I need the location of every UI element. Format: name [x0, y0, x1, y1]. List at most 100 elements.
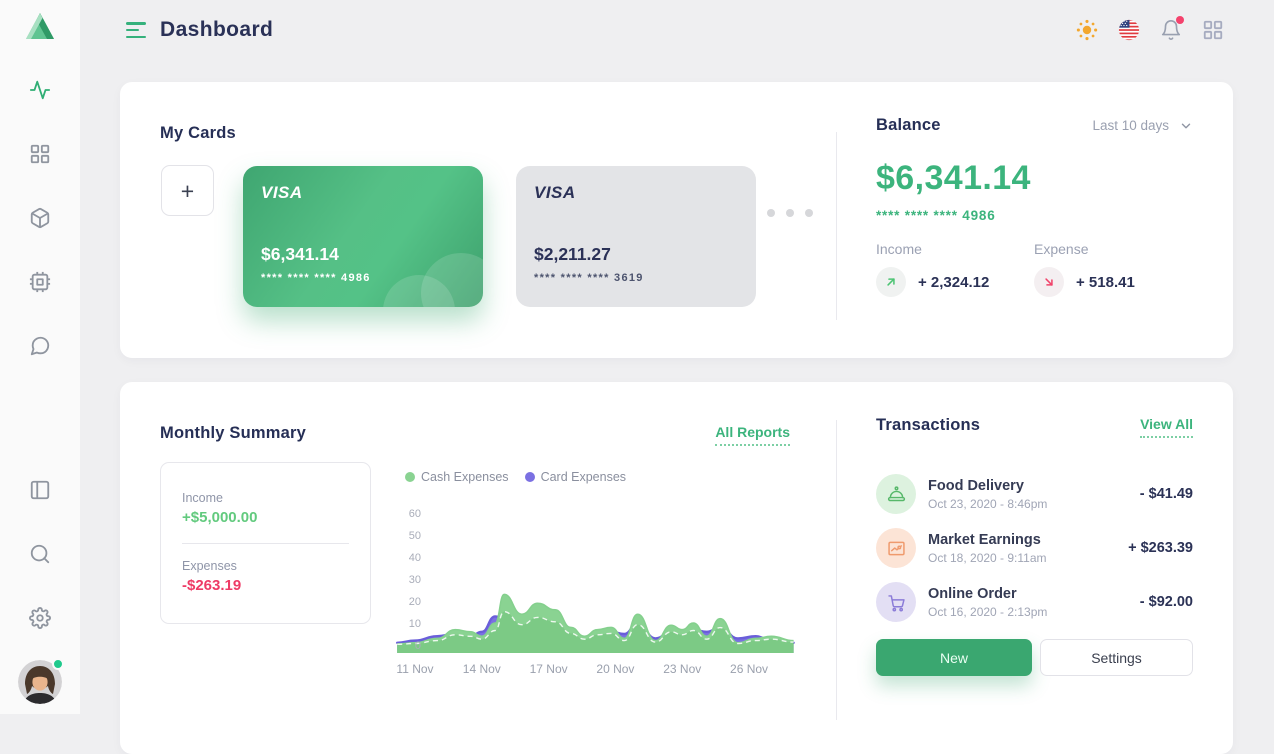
summary-income-label: Income: [182, 491, 349, 505]
transactions-section: Transactions View All Food Delivery Oct 2…: [876, 416, 1193, 676]
chart-legend: Cash Expenses Card Expenses: [405, 470, 626, 484]
transactions-list: Food Delivery Oct 23, 2020 - 8:46pm- $41.…: [876, 474, 1193, 622]
svg-text:10: 10: [409, 618, 421, 630]
sidebar-item-apps[interactable]: [29, 143, 51, 165]
svg-text:17 Nov: 17 Nov: [530, 662, 568, 676]
svg-text:40: 40: [409, 552, 421, 564]
balance-section: Balance Last 10 days $6,341.14 **** ****…: [876, 116, 1193, 297]
sidebar-item-packages[interactable]: [29, 207, 51, 229]
market-earnings-icon: [876, 528, 916, 568]
legend-card-expenses: Card Expenses: [525, 470, 626, 484]
expense-summary: Expense + 518.41: [1034, 241, 1192, 297]
divider: [836, 420, 837, 720]
arrow-down-right-icon: [1034, 267, 1064, 297]
transaction-date: Oct 16, 2020 - 2:13pm: [928, 605, 1140, 619]
carousel-dot[interactable]: [805, 209, 813, 217]
header-actions: [1076, 19, 1224, 41]
monthly-summary-panel: Monthly Summary All Reports Income +$5,0…: [120, 382, 1233, 754]
transaction-date: Oct 18, 2020 - 9:11am: [928, 551, 1128, 565]
sidebar-item-layout[interactable]: [29, 479, 51, 501]
transaction-row[interactable]: Online Order Oct 16, 2020 - 2:13pm- $92.0…: [876, 582, 1193, 622]
income-summary: Income + 2,324.12: [876, 241, 1034, 297]
credit-card-primary[interactable]: VISA $6,341.14 **** **** **** 4986: [243, 166, 483, 307]
income-value: + 2,324.12: [918, 274, 989, 291]
balance-card-number: **** **** **** 4986: [876, 208, 1193, 223]
legend-dot-purple: [525, 472, 535, 482]
svg-text:20: 20: [409, 596, 421, 608]
card-balance: $6,341.14: [261, 244, 339, 265]
transaction-row[interactable]: Market Earnings Oct 18, 2020 - 9:11am+ $2…: [876, 528, 1193, 568]
sidebar-item-system[interactable]: [29, 271, 51, 293]
menu-toggle-icon[interactable]: [126, 22, 146, 39]
transaction-name: Market Earnings: [928, 532, 1128, 548]
carousel-dot[interactable]: [767, 209, 775, 217]
new-transaction-button[interactable]: New: [876, 639, 1032, 676]
add-card-button[interactable]: +: [161, 165, 214, 216]
svg-text:30: 30: [409, 574, 421, 586]
transaction-row[interactable]: Food Delivery Oct 23, 2020 - 8:46pm- $41.…: [876, 474, 1193, 514]
legend-cash-expenses: Cash Expenses: [405, 470, 509, 484]
legend-label: Card Expenses: [541, 470, 626, 484]
apps-grid-icon[interactable]: [1202, 19, 1224, 41]
theme-sun-icon[interactable]: [1076, 19, 1098, 41]
plus-icon: +: [181, 178, 194, 204]
notifications-bell-icon[interactable]: [1160, 19, 1182, 41]
divider: [836, 132, 837, 320]
page-title: Dashboard: [160, 18, 273, 42]
my-cards-title: My Cards: [160, 124, 236, 143]
svg-text:14 Nov: 14 Nov: [463, 662, 501, 676]
svg-text:60: 60: [409, 508, 421, 520]
legend-label: Cash Expenses: [421, 470, 509, 484]
card-number: **** **** **** 4986: [261, 272, 371, 284]
card-balance: $2,211.27: [534, 244, 611, 265]
view-all-link[interactable]: View All: [1140, 416, 1193, 438]
notification-badge: [1176, 16, 1184, 24]
transaction-name: Food Delivery: [928, 478, 1140, 494]
card-number: **** **** **** 3619: [534, 272, 644, 284]
expense-label: Expense: [1034, 241, 1192, 257]
summary-box: Income +$5,000.00 Expenses -$263.19: [160, 462, 371, 624]
transaction-date: Oct 23, 2020 - 8:46pm: [928, 497, 1140, 511]
expense-value: + 518.41: [1076, 274, 1135, 291]
carousel-dots: [748, 209, 813, 217]
transaction-amount: - $41.49: [1140, 486, 1193, 502]
sidebar: [0, 0, 80, 714]
arrow-up-right-icon: [876, 267, 906, 297]
my-cards-panel: My Cards + VISA $6,341.14 **** **** ****…: [120, 82, 1233, 358]
credit-card-secondary[interactable]: VISA $2,211.27 **** **** **** 3619: [516, 166, 756, 307]
svg-text:11 Nov: 11 Nov: [396, 662, 433, 676]
balance-title: Balance: [876, 116, 941, 135]
language-flag-icon[interactable]: [1118, 19, 1140, 41]
sidebar-item-search[interactable]: [29, 543, 51, 565]
monthly-summary-title: Monthly Summary: [160, 424, 306, 443]
transaction-amount: + $263.39: [1128, 540, 1193, 556]
transactions-title: Transactions: [876, 416, 980, 435]
user-avatar[interactable]: [18, 660, 62, 704]
visa-logo: VISA: [261, 183, 465, 203]
sidebar-item-activity[interactable]: [29, 79, 51, 101]
online-order-icon: [876, 582, 916, 622]
chevron-down-icon: [1179, 119, 1193, 133]
svg-text:50: 50: [409, 530, 421, 542]
transaction-name: Online Order: [928, 586, 1140, 602]
sidebar-item-messages[interactable]: [29, 335, 51, 357]
expenses-area-chart: 60 50 40 30 20 10 0 11 Nov 14 Nov 17 Nov 20 Nov 23 …: [392, 490, 804, 692]
transaction-amount: - $92.00: [1140, 594, 1193, 610]
balance-amount: $6,341.14: [876, 159, 1193, 198]
svg-text:23 Nov: 23 Nov: [663, 662, 701, 676]
svg-text:0: 0: [415, 640, 421, 652]
online-status-dot: [52, 658, 64, 670]
legend-dot-green: [405, 472, 415, 482]
carousel-dot[interactable]: [786, 209, 794, 217]
app-logo-icon[interactable]: [23, 10, 57, 44]
period-label: Last 10 days: [1092, 118, 1169, 133]
summary-income-value: +$5,000.00: [182, 509, 349, 526]
svg-text:20 Nov: 20 Nov: [596, 662, 634, 676]
all-reports-link[interactable]: All Reports: [715, 424, 790, 446]
settings-button[interactable]: Settings: [1040, 639, 1193, 676]
summary-expenses-label: Expenses: [182, 559, 349, 573]
period-selector[interactable]: Last 10 days: [1092, 118, 1193, 133]
svg-text:26 Nov: 26 Nov: [730, 662, 768, 676]
income-label: Income: [876, 241, 1034, 257]
sidebar-item-settings[interactable]: [29, 607, 51, 629]
